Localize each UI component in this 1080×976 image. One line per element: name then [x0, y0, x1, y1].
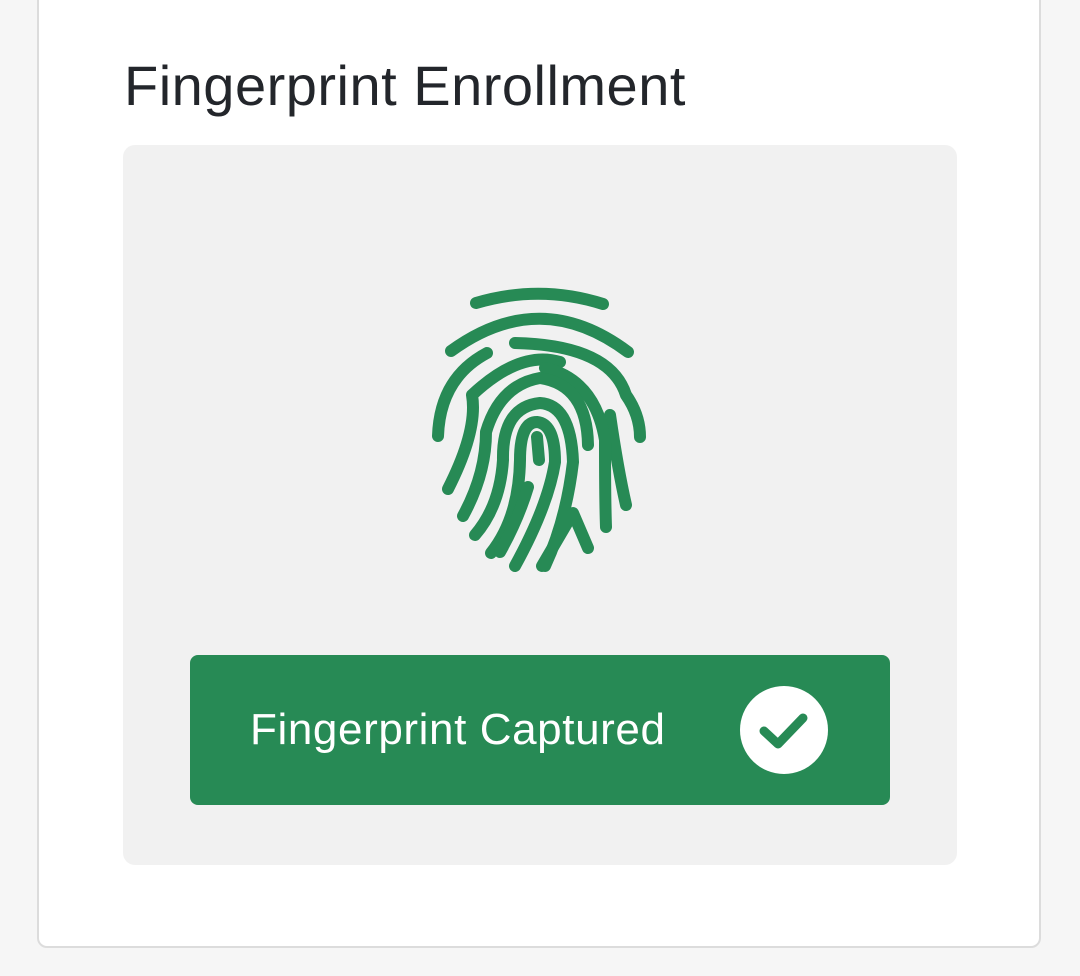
check-circle-icon [740, 686, 828, 774]
fingerprint-icon [432, 287, 646, 572]
status-label: Fingerprint Captured [250, 705, 666, 754]
page-title: Fingerprint Enrollment [124, 54, 686, 117]
fingerprint-captured-button[interactable]: Fingerprint Captured [190, 655, 890, 805]
